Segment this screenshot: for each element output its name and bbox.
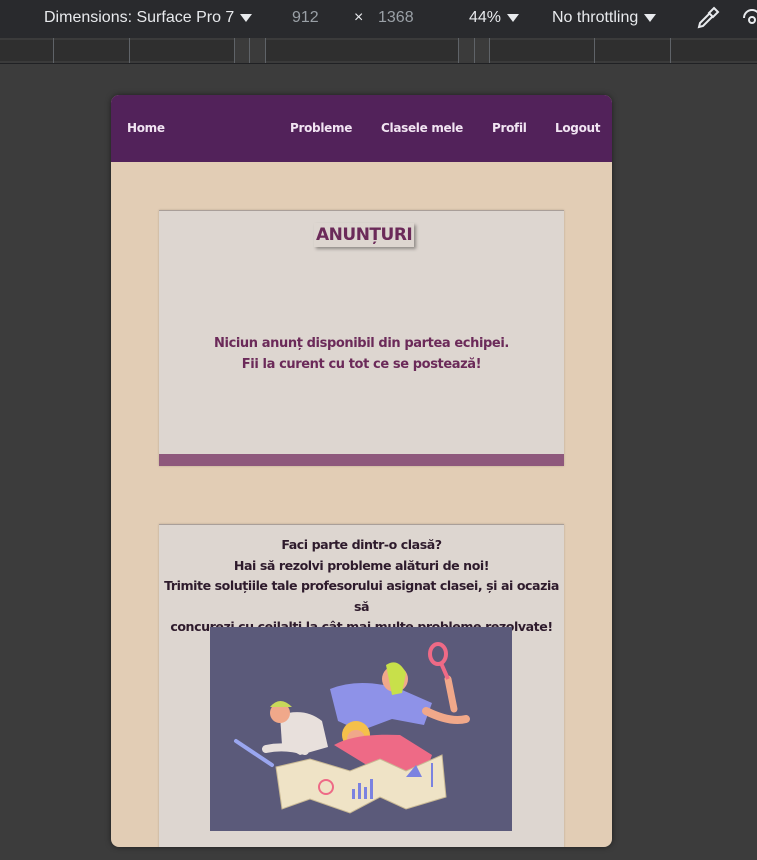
dimensions-label: Dimensions: Surface Pro 7 [44, 9, 235, 26]
eyedropper-icon[interactable] [694, 4, 722, 32]
class-card-line-2: Hai să rezolvi probleme alături de noi! [233, 557, 490, 573]
throttling-value: No throttling [552, 9, 639, 26]
media-query-ruler [0, 38, 757, 64]
chevron-down-icon [507, 13, 520, 22]
zoom-value: 44% [469, 9, 502, 26]
ruler-marker[interactable] [53, 38, 54, 63]
device-viewport: Home Probleme Clasele mele Profil Logout… [111, 95, 612, 847]
ruler-marker[interactable] [474, 38, 475, 63]
ruler-marker[interactable] [234, 38, 235, 63]
width-input[interactable]: 912 [292, 8, 319, 28]
announcements-message: Niciun anunț disponibil din partea echip… [159, 333, 564, 375]
nav-problems-link[interactable]: Probleme [290, 121, 352, 135]
class-card-line-3: Trimite soluțiile tale profesorului asig… [164, 578, 559, 614]
ruler-marker[interactable] [458, 38, 459, 63]
height-input[interactable]: 1368 [378, 8, 414, 28]
navbar: Home Probleme Clasele mele Profil Logout [111, 95, 612, 162]
ruler-marker[interactable] [249, 38, 250, 63]
team-illustration [210, 627, 512, 831]
team-illustration-art [234, 642, 470, 814]
announcements-line-1: Niciun anunț disponibil din partea echip… [214, 336, 509, 351]
ruler-marker[interactable] [594, 38, 595, 63]
dimensions-dropdown[interactable]: Dimensions: Surface Pro 7 [44, 8, 253, 28]
class-card-text: Faci parte dintr-o clasă? Hai să rezolvi… [159, 535, 564, 638]
nav-profile-link[interactable]: Profil [492, 121, 527, 135]
zoom-dropdown[interactable]: 44% [469, 8, 520, 28]
times-separator: × [354, 9, 364, 26]
chevron-down-icon [644, 13, 657, 22]
ruler-marker[interactable] [670, 38, 671, 63]
class-card: Faci parte dintr-o clasă? Hai să rezolvi… [159, 524, 564, 847]
device-toolbar: Dimensions: Surface Pro 7 912 × 1368 44%… [0, 0, 757, 38]
rotate-icon[interactable] [736, 4, 757, 32]
nav-logout-link[interactable]: Logout [555, 121, 601, 135]
announcements-title: ANUNȚURI [314, 223, 415, 247]
nav-classes-link[interactable]: Clasele mele [381, 121, 463, 135]
ruler-marker[interactable] [489, 38, 490, 63]
nav-home-link[interactable]: Home [127, 121, 165, 135]
announcements-footer-bar [159, 454, 564, 466]
ruler-marker[interactable] [129, 38, 130, 63]
chevron-down-icon [240, 13, 253, 22]
announcements-line-2: Fii la curent cu tot ce se postează! [241, 357, 482, 372]
class-card-line-1: Faci parte dintr-o clasă? [281, 537, 442, 552]
throttling-dropdown[interactable]: No throttling [552, 8, 657, 28]
announcements-card: ANUNȚURI Niciun anunț disponibil din par… [159, 210, 564, 466]
ruler-marker[interactable] [265, 38, 266, 63]
